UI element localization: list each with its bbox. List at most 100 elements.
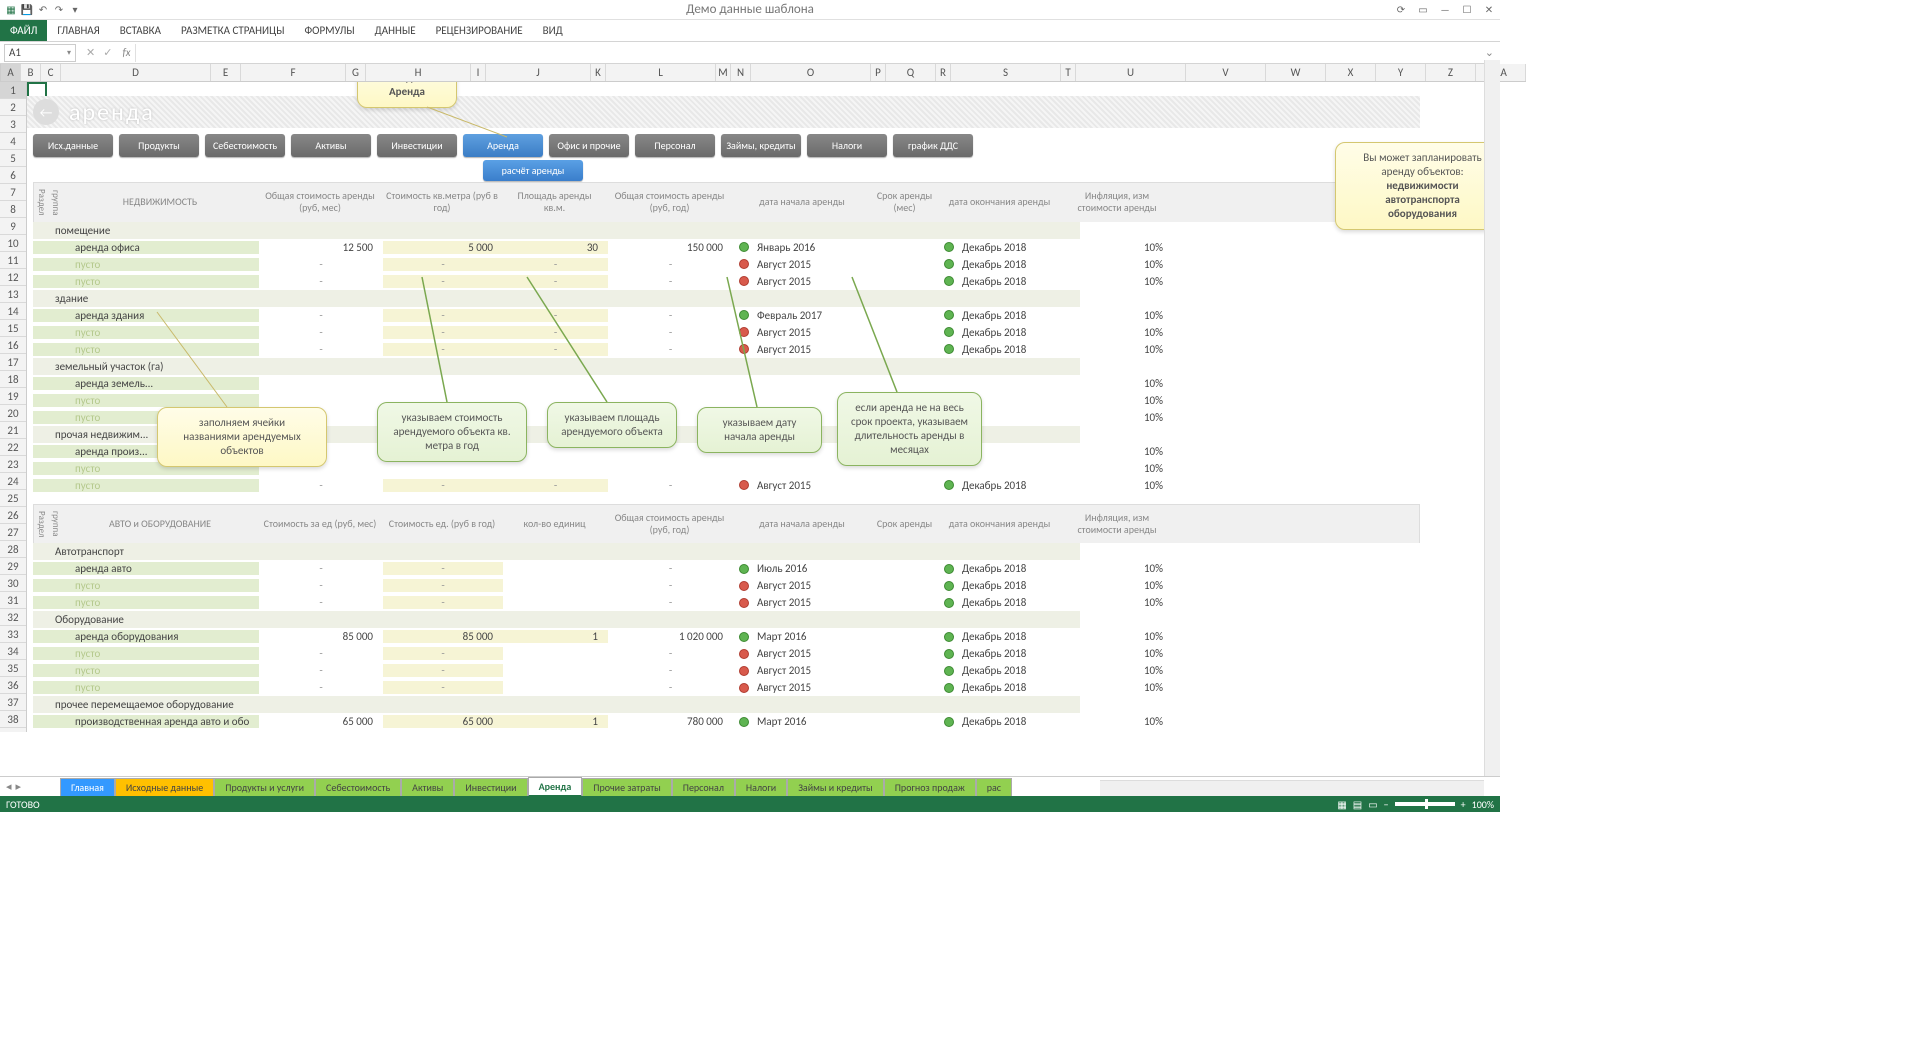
col-header[interactable]: S [951, 64, 1061, 81]
table-row[interactable]: аренда земель...10% [33, 375, 1420, 392]
row-header[interactable]: 12 [0, 269, 26, 286]
zoom-in-icon[interactable]: + [1461, 798, 1466, 811]
sheet-tab[interactable]: Главная [60, 778, 115, 796]
row-header[interactable]: 26 [0, 507, 26, 524]
col-header[interactable]: K [591, 64, 606, 81]
nav-button[interactable]: Активы [291, 134, 371, 157]
table-row[interactable]: пусто---Август 2015Декабрь 201810% [33, 577, 1420, 594]
view-break-icon[interactable]: ▭ [1368, 798, 1377, 811]
table-row[interactable]: пусто---Август 2015Декабрь 201810% [33, 645, 1420, 662]
col-header[interactable]: I [471, 64, 486, 81]
table-row[interactable]: аренда оборудования85 00085 00011 020 00… [33, 628, 1420, 645]
row-header[interactable]: 28 [0, 541, 26, 558]
row-header[interactable]: 2 [0, 99, 26, 116]
scrollbar-horizontal[interactable] [1100, 780, 1484, 796]
row-header[interactable]: 13 [0, 286, 26, 303]
col-header[interactable]: N [731, 64, 751, 81]
scrollbar-vertical[interactable] [1484, 60, 1500, 776]
col-header[interactable]: T [1061, 64, 1076, 81]
row-header[interactable]: 37 [0, 694, 26, 711]
sheet-tab[interactable]: Активы [401, 778, 454, 796]
col-header[interactable]: M [716, 64, 731, 81]
sheet-tab[interactable]: Исходные данные [115, 778, 214, 796]
row-header[interactable]: 3 [0, 116, 26, 133]
col-header[interactable]: Z [1426, 64, 1476, 81]
nav-button[interactable]: Продукты [119, 134, 199, 157]
sheet-tab[interactable]: Аренда [528, 777, 583, 797]
row-header[interactable]: 11 [0, 252, 26, 269]
row-header[interactable]: 33 [0, 626, 26, 643]
col-header[interactable]: Q [886, 64, 936, 81]
row-header[interactable]: 6 [0, 167, 26, 184]
min-icon[interactable]: — [1438, 3, 1452, 17]
table-row[interactable]: пусто---Август 2015Декабрь 201810% [33, 679, 1420, 696]
ribbon-tab[interactable]: ДАННЫЕ [365, 20, 426, 41]
col-header[interactable]: F [241, 64, 346, 81]
row-header[interactable]: 31 [0, 592, 26, 609]
sheet-tab[interactable]: Прогноз продаж [884, 778, 976, 796]
ribbon-tab[interactable]: РАЗМЕТКА СТРАНИЦЫ [171, 20, 295, 41]
nav-button[interactable]: Аренда [463, 134, 543, 157]
table-row[interactable]: пусто---Август 2015Декабрь 201810% [33, 594, 1420, 611]
col-header[interactable]: W [1266, 64, 1326, 81]
row-headers[interactable]: 1234567891011121314151617181920212223242… [0, 82, 27, 732]
fullscreen-icon[interactable]: ▭ [1416, 3, 1430, 17]
fx-icon[interactable]: fx [118, 46, 134, 59]
row-header[interactable]: 9 [0, 218, 26, 235]
ribbon-tab[interactable]: ГЛАВНАЯ [47, 20, 109, 41]
ribbon-opts-icon[interactable]: ⟳ [1394, 3, 1408, 17]
max-icon[interactable]: ☐ [1460, 3, 1474, 17]
sheet-tab[interactable]: Персонал [672, 778, 735, 796]
table-row[interactable]: пусто---Август 2015Декабрь 201810% [33, 662, 1420, 679]
col-header[interactable]: B [21, 64, 41, 81]
row-header[interactable]: 8 [0, 201, 26, 218]
table-row[interactable]: пусто----Август 2015Декабрь 201810% [33, 256, 1420, 273]
nav-button[interactable]: Займы, кредиты [721, 134, 801, 157]
formula-input[interactable] [135, 44, 1479, 62]
table-row[interactable]: аренда авто---Июль 2016Декабрь 201810% [33, 560, 1420, 577]
col-header[interactable]: R [936, 64, 951, 81]
row-header[interactable]: 27 [0, 524, 26, 541]
qat-icon[interactable]: ▾ [68, 3, 82, 17]
row-header[interactable]: 24 [0, 473, 26, 490]
row-header[interactable]: 36 [0, 677, 26, 694]
row-header[interactable]: 18 [0, 371, 26, 388]
column-headers[interactable]: ABCDEFGHIJKLMNOPQRSTUVWXYZAA [1, 64, 1526, 82]
table-row[interactable]: производственная аренда авто и обо65 000… [33, 713, 1420, 730]
row-header[interactable]: 22 [0, 439, 26, 456]
row-header[interactable]: 21 [0, 422, 26, 439]
table-row[interactable]: аренда здания----Февраль 2017Декабрь 201… [33, 307, 1420, 324]
tab-nav-first-icon[interactable]: ◂ [6, 780, 12, 793]
row-header[interactable]: 25 [0, 490, 26, 507]
row-header[interactable]: 19 [0, 388, 26, 405]
col-header[interactable]: V [1186, 64, 1266, 81]
view-layout-icon[interactable]: ▤ [1353, 798, 1362, 811]
row-header[interactable]: 7 [0, 184, 26, 201]
zoom-out-icon[interactable]: − [1384, 798, 1389, 811]
ribbon-tab[interactable]: РЕЦЕНЗИРОВАНИЕ [426, 20, 533, 41]
col-header[interactable]: O [751, 64, 871, 81]
table-row[interactable]: пусто----Август 2015Декабрь 201810% [33, 273, 1420, 290]
row-header[interactable]: 1 [0, 82, 26, 99]
tab-file[interactable]: ФАЙЛ [0, 20, 47, 41]
sheet-tab[interactable]: Займы и кредиты [787, 778, 884, 796]
row-header[interactable]: 34 [0, 643, 26, 660]
col-header[interactable]: L [606, 64, 716, 81]
col-header[interactable]: E [211, 64, 241, 81]
row-header[interactable]: 4 [0, 133, 26, 150]
col-header[interactable]: Y [1376, 64, 1426, 81]
table-row[interactable]: пусто---Август 2015Декабрь 201810% [33, 730, 1420, 732]
table-row[interactable]: аренда офиса12 5005 00030150 000Январь 2… [33, 239, 1420, 256]
col-header[interactable]: J [486, 64, 591, 81]
nav-button[interactable]: Инвестиции [377, 134, 457, 157]
nav-button[interactable]: график ДДС [893, 134, 973, 157]
col-header[interactable]: A [1, 64, 21, 81]
row-header[interactable]: 23 [0, 456, 26, 473]
ribbon-tab[interactable]: ВИД [533, 20, 573, 41]
col-header[interactable]: H [366, 64, 471, 81]
col-header[interactable]: C [41, 64, 61, 81]
col-header[interactable]: D [61, 64, 211, 81]
row-header[interactable]: 14 [0, 303, 26, 320]
sheet-tab[interactable]: Себестоимость [315, 778, 401, 796]
table-row[interactable]: пусто----Август 2015Декабрь 201810% [33, 324, 1420, 341]
